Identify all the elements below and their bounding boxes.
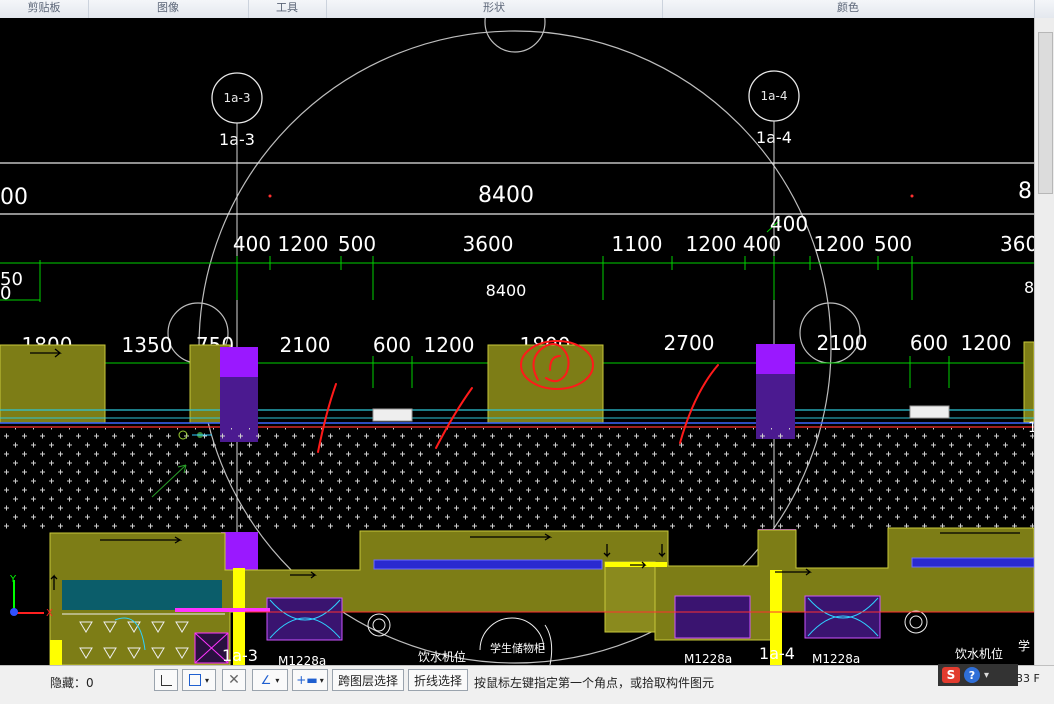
svg-text:X: X bbox=[46, 608, 53, 619]
scrollbar-thumb[interactable] bbox=[1038, 32, 1053, 194]
polyline-select-button[interactable]: 折线选择 bbox=[408, 669, 468, 691]
dim-400-a: 400 bbox=[233, 232, 271, 256]
hidden-count: 隐藏：0 bbox=[50, 676, 94, 690]
dim-360: 360 bbox=[1000, 232, 1034, 256]
status-bar: 隐藏：0 ▾ ✕ ∠ ▾ +▬ ▾ 跨图层选择 折线选择 按鼠标左键指定第一个角… bbox=[0, 665, 1054, 704]
dim-500-a: 500 bbox=[338, 232, 376, 256]
dim-top-right: 8 bbox=[1018, 179, 1032, 204]
chevron-down-icon: ▾ bbox=[319, 675, 324, 685]
cross-icon: ✕ bbox=[228, 672, 240, 688]
door-label-left: M1228a bbox=[278, 654, 326, 665]
door-label-right-a: M1228a bbox=[684, 652, 732, 665]
dim-top-left: 00 bbox=[0, 185, 28, 210]
ortho-icon bbox=[160, 674, 172, 686]
cross-layer-select-button[interactable]: 跨图层选择 bbox=[332, 669, 404, 691]
hatched-floor bbox=[0, 428, 1034, 532]
vertical-scrollbar[interactable] bbox=[1034, 18, 1054, 665]
drawing-svg[interactable]: 1a-3 1a-3 1a-4 1a-4 00 8400 8 400 1200 5… bbox=[0, 18, 1034, 665]
ribbon-bar: 剪贴板 图像 工具 形状 颜色 bbox=[0, 0, 1054, 19]
more-icon[interactable]: ▾ bbox=[984, 670, 989, 681]
dim-2100-a: 2100 bbox=[280, 333, 331, 357]
dim-top-8400: 8400 bbox=[478, 183, 534, 208]
ribbon-group-clipboard[interactable]: 剪贴板 bbox=[0, 0, 89, 18]
water-dispenser-left: 饮水机位 bbox=[418, 649, 466, 664]
partial-label: 学 bbox=[1018, 638, 1030, 653]
snap-mode-dropdown[interactable]: ▾ bbox=[182, 669, 216, 691]
snap-box-icon bbox=[188, 674, 201, 686]
angle-dropdown[interactable]: ∠ ▾ bbox=[252, 669, 288, 691]
dim-1200-c: 1200 bbox=[814, 232, 865, 256]
dim-600-b: 600 bbox=[910, 331, 948, 355]
dim-1100: 1100 bbox=[612, 232, 663, 256]
dim-1200-b: 1200 bbox=[686, 232, 737, 256]
ribbon-group-image[interactable]: 图像 bbox=[88, 0, 249, 18]
offset-dropdown[interactable]: +▬ ▾ bbox=[292, 669, 328, 691]
ortho-toggle-button[interactable] bbox=[154, 669, 178, 691]
dim-1200-d: 1200 bbox=[424, 333, 475, 357]
dim-1200-a: 1200 bbox=[278, 232, 329, 256]
dim-8400-white: 8400 bbox=[486, 281, 527, 300]
command-prompt: 按鼠标左键指定第一个角点，或拾取构件图元 bbox=[474, 676, 715, 690]
dim-3600: 3600 bbox=[463, 232, 514, 256]
ucs-icon: Y X bbox=[9, 574, 53, 619]
dim-500-b: 500 bbox=[874, 232, 912, 256]
dim-1200-e: 1200 bbox=[961, 331, 1012, 355]
edge-text: 33 F bbox=[1016, 672, 1040, 685]
ime-toolbar: S ? ▾ bbox=[938, 664, 1018, 686]
axis-bubble-top bbox=[484, 18, 546, 53]
water-dispenser-right: 饮水机位 bbox=[955, 646, 1003, 661]
ribbon-group-shapes[interactable]: 形状 bbox=[326, 0, 663, 18]
svg-text:Y: Y bbox=[9, 574, 17, 585]
sogou-ime-icon[interactable]: S bbox=[942, 667, 960, 683]
cross-toggle-button[interactable]: ✕ bbox=[222, 669, 246, 691]
dim-left-0: 0 bbox=[0, 283, 11, 304]
cad-drawing-canvas[interactable]: 1a-3 1a-3 1a-4 1a-4 00 8400 8 400 1200 5… bbox=[0, 18, 1034, 665]
chevron-down-icon: ▾ bbox=[204, 675, 209, 685]
dim-400-small: 400 bbox=[770, 212, 808, 236]
offset-icon: +▬ bbox=[296, 673, 318, 687]
axis-label-bottom-1a-3: 1a-3 bbox=[222, 646, 258, 665]
angle-icon: ∠ bbox=[260, 673, 272, 687]
locker-label: 学生储物柜 bbox=[490, 641, 545, 655]
axis-bubble-text-1a-3: 1a-3 bbox=[224, 91, 251, 105]
axis-label-bottom-1a-4: 1a-4 bbox=[759, 644, 795, 663]
ribbon-group-colors[interactable]: 颜色 bbox=[662, 0, 1035, 18]
dim-right-84: 84 bbox=[1024, 278, 1034, 297]
ribbon-group-tools[interactable]: 工具 bbox=[248, 0, 327, 18]
chevron-down-icon: ▾ bbox=[275, 675, 280, 685]
axis-bubble-text-1a-4: 1a-4 bbox=[761, 89, 788, 103]
dim-2100-b: 2100 bbox=[817, 331, 868, 355]
dim-1350: 1350 bbox=[122, 333, 173, 357]
dim-600-a: 600 bbox=[373, 333, 411, 357]
door-label-right-b: M1228a bbox=[812, 652, 860, 665]
help-icon[interactable]: ? bbox=[964, 667, 980, 683]
dim-2700: 2700 bbox=[664, 331, 715, 355]
